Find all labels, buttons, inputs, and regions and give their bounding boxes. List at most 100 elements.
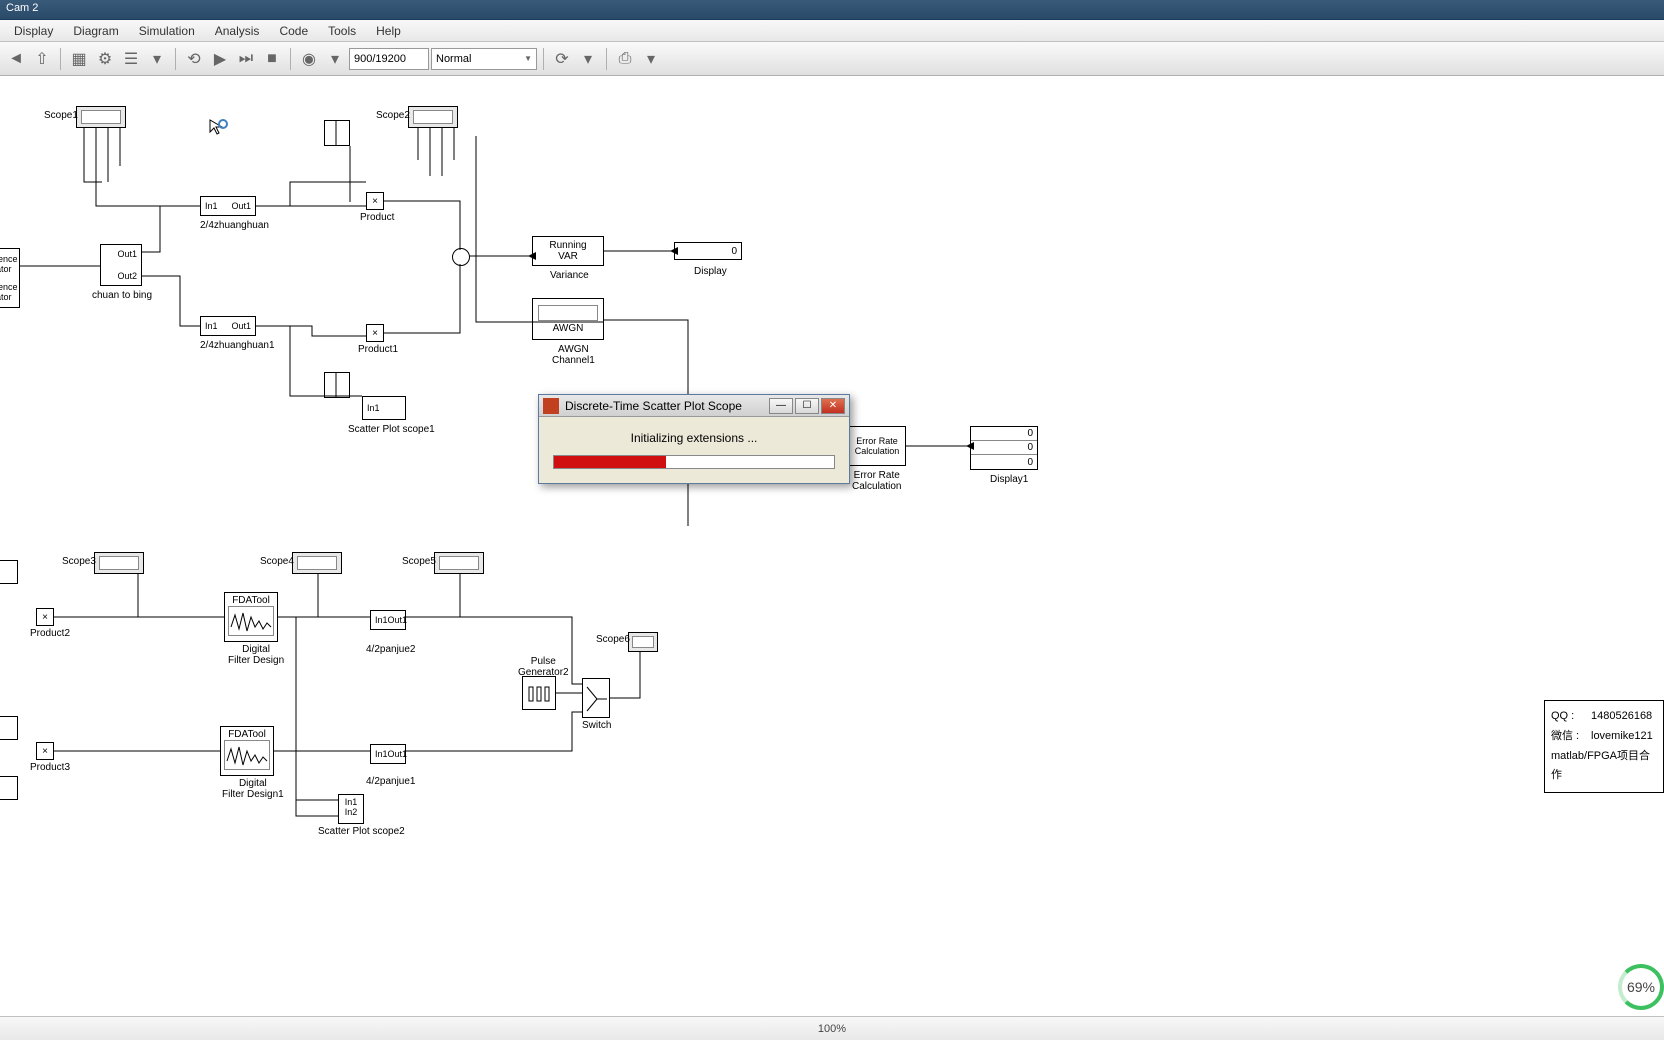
- fast-restart-dropdown-icon[interactable]: ▾: [576, 47, 600, 71]
- scope6-block[interactable]: [628, 632, 658, 652]
- sim-mode-dropdown[interactable]: Normal ▼: [431, 48, 537, 70]
- step-back-button[interactable]: ⟲: [182, 47, 206, 71]
- statusbar: 100%: [0, 1016, 1664, 1040]
- gain-block-2[interactable]: [0, 716, 18, 740]
- scatter2-in2: In2: [341, 807, 361, 817]
- z24-2-label: 2/4zhuanghuan1: [200, 340, 275, 351]
- zoom-level: 100%: [818, 1023, 846, 1035]
- sim-mode-value: Normal: [436, 53, 471, 65]
- awgn-label: AWGNChannel1: [552, 344, 595, 366]
- matlab-icon: [543, 398, 559, 414]
- chuan-out2: Out2: [105, 271, 137, 281]
- percent-value: 69%: [1627, 979, 1655, 995]
- menu-diagram[interactable]: Diagram: [63, 22, 128, 40]
- fda1-title: FDATool: [232, 595, 270, 606]
- menu-analysis[interactable]: Analysis: [205, 22, 270, 40]
- titlebar: Cam 2: [0, 0, 1664, 20]
- switch-block[interactable]: [582, 678, 610, 718]
- scope5-block[interactable]: [434, 552, 484, 574]
- display-block[interactable]: 0: [674, 242, 742, 260]
- seqgen-l1: uence: [0, 254, 19, 264]
- awgn-text: AWGN: [553, 323, 584, 334]
- model-explorer-button[interactable]: ☰: [119, 47, 143, 71]
- sim-time-input[interactable]: [349, 48, 429, 70]
- scope2-block[interactable]: [408, 106, 458, 128]
- scatter1-in: In1: [367, 403, 380, 413]
- scatter2-block[interactable]: In1 In2: [338, 794, 364, 824]
- product-label: Product: [360, 212, 394, 223]
- gain-block-1[interactable]: [0, 560, 18, 584]
- chevron-down-icon: ▼: [524, 54, 532, 63]
- panjue2-out: Out1: [388, 749, 408, 759]
- chuan-block[interactable]: Out1 Out2: [100, 244, 142, 286]
- display1-block[interactable]: 0 0 0: [970, 426, 1038, 470]
- scope4-block[interactable]: [292, 552, 342, 574]
- dialog-minimize-button[interactable]: —: [769, 398, 793, 414]
- fda2-label: DigitalFilter Design1: [222, 778, 284, 800]
- product3-block[interactable]: ×: [36, 742, 54, 760]
- awgn-block[interactable]: AWGN: [532, 298, 604, 340]
- error-rate-block[interactable]: Error Rate Calculation: [848, 426, 906, 466]
- display1-label: Display1: [990, 474, 1028, 485]
- menu-code[interactable]: Code: [269, 22, 318, 40]
- nav-back-button[interactable]: ◄: [4, 47, 28, 71]
- panjue2-label: 4/2panjue1: [366, 776, 416, 787]
- menu-display[interactable]: Display: [4, 22, 63, 40]
- dialog-close-button[interactable]: ✕: [821, 398, 845, 414]
- record-button[interactable]: ◉: [297, 47, 321, 71]
- sum-block[interactable]: [452, 248, 470, 266]
- stop-button[interactable]: ■: [260, 47, 284, 71]
- fda1-label: DigitalFilter Design: [228, 644, 284, 666]
- running-var-block[interactable]: Running VAR: [532, 236, 604, 266]
- progress-fill: [554, 456, 666, 468]
- panjue2-in: In1: [375, 749, 388, 759]
- panjue1-in: In1: [375, 615, 388, 625]
- product-block[interactable]: ×: [366, 192, 384, 210]
- dialog-maximize-button[interactable]: ☐: [795, 398, 819, 414]
- dialog-titlebar[interactable]: Discrete-Time Scatter Plot Scope — ☐ ✕: [539, 395, 849, 417]
- panjue2-block[interactable]: In1Out1: [370, 744, 406, 764]
- gain-block-3[interactable]: [0, 776, 18, 800]
- scatter1-block[interactable]: In1: [362, 396, 406, 420]
- dropdown-icon[interactable]: ▾: [145, 47, 169, 71]
- errcalc-l2: Calculation: [849, 446, 905, 456]
- scope1-block[interactable]: [76, 106, 126, 128]
- build-button[interactable]: ⎙: [613, 47, 637, 71]
- library-button[interactable]: ⚙: [93, 47, 117, 71]
- product3-label: Product3: [30, 762, 70, 773]
- progress-dialog: Discrete-Time Scatter Plot Scope — ☐ ✕ I…: [538, 394, 850, 484]
- run-button[interactable]: ▶: [208, 47, 232, 71]
- fda1-block[interactable]: FDATool: [224, 592, 278, 642]
- bus-block-top[interactable]: [324, 120, 350, 146]
- record-dropdown[interactable]: ▾: [323, 47, 347, 71]
- panjue1-block[interactable]: In1Out1: [370, 610, 406, 630]
- model-browser-button[interactable]: ▦: [67, 47, 91, 71]
- dialog-message: Initializing extensions ...: [553, 431, 835, 445]
- product2-block[interactable]: ×: [36, 608, 54, 626]
- z24-2-block[interactable]: In1 Out1: [200, 316, 256, 336]
- fda2-block[interactable]: FDATool: [220, 726, 274, 776]
- scope3-label: Scope3: [62, 556, 96, 567]
- pulse-block[interactable]: [522, 676, 556, 710]
- bus-block-mid[interactable]: [324, 372, 350, 398]
- display1-row2: 0: [971, 455, 1037, 469]
- chuan-label: chuan to bing: [92, 290, 152, 301]
- display-value: 0: [731, 246, 737, 257]
- scatter1-label: Scatter Plot scope1: [348, 424, 435, 435]
- fast-restart-button[interactable]: ⟳: [550, 47, 574, 71]
- chuan-out1: Out1: [105, 249, 137, 259]
- menu-help[interactable]: Help: [366, 22, 411, 40]
- nav-up-button[interactable]: ⇧: [30, 47, 54, 71]
- scope6-label: Scope6: [596, 634, 630, 645]
- scope3-block[interactable]: [94, 552, 144, 574]
- canvas[interactable]: Scope1 Scope2 uence rator uence rator Ou…: [0, 76, 1664, 1016]
- sequence-generator-block[interactable]: uence rator uence rator: [0, 248, 20, 308]
- build-dropdown-icon[interactable]: ▾: [639, 47, 663, 71]
- errcalc-l1: Error Rate: [849, 436, 905, 446]
- product1-block[interactable]: ×: [366, 324, 384, 342]
- scope5-label: Scope5: [402, 556, 436, 567]
- z24-1-block[interactable]: In1 Out1: [200, 196, 256, 216]
- step-forward-button[interactable]: ⏭: [234, 47, 258, 71]
- menu-tools[interactable]: Tools: [318, 22, 366, 40]
- menu-simulation[interactable]: Simulation: [129, 22, 205, 40]
